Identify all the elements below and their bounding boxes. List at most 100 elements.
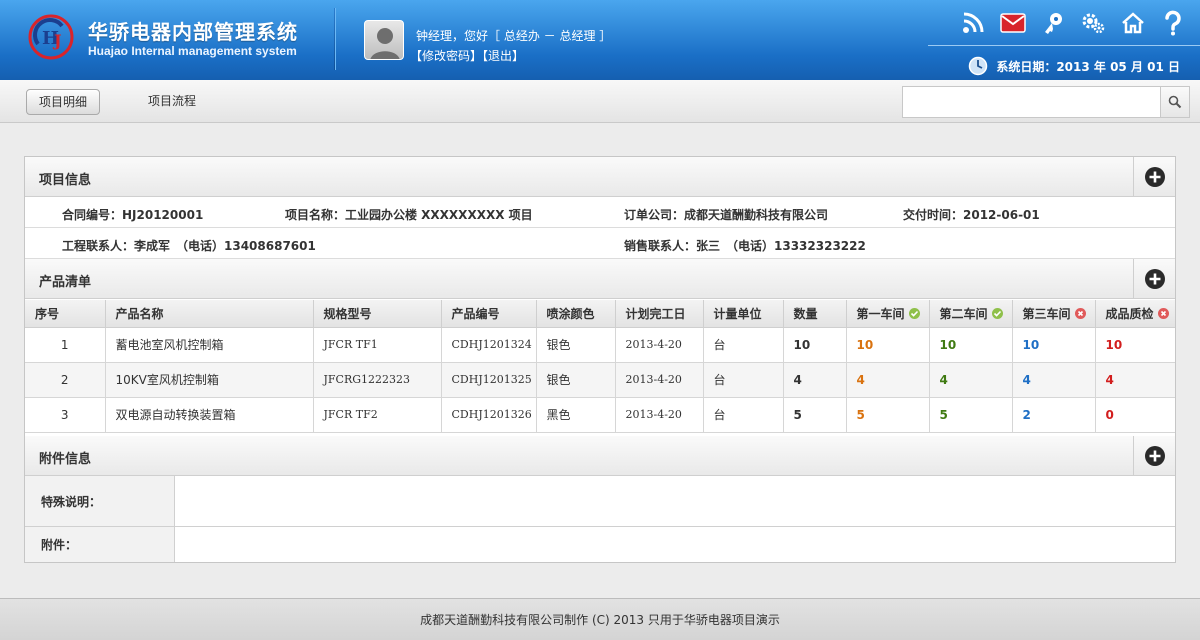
order-company: 订单公司：成都天道酬勤科技有限公司 — [624, 208, 829, 222]
search-icon — [1168, 95, 1182, 109]
search-input[interactable] — [903, 87, 1161, 117]
col-header-qc: 成品质检 — [1094, 300, 1175, 328]
user-greeting: 钟经理，您好［ 总经办 － 总经理 ］ — [416, 29, 612, 43]
footer: 成都天道酬勤科技有限公司制作 (C) 2013 只用于华骄电器项目演示 — [0, 598, 1200, 640]
key-icon[interactable] — [1040, 10, 1066, 36]
attachments-title: 附件信息 — [39, 452, 92, 467]
workshop-3-qty: 2 — [1011, 396, 1096, 433]
delivery-time: 交付时间：2012-06-01 — [903, 208, 1040, 222]
col-header: 产品编号 — [440, 300, 537, 328]
help-icon[interactable] — [1160, 10, 1186, 36]
plus-circle-icon — [1144, 268, 1165, 289]
col-header-label: 第一车间 — [856, 306, 905, 321]
tab-project-detail[interactable]: 项目明细 — [26, 89, 101, 115]
unit: 台 — [702, 361, 784, 398]
row-index: 1 — [25, 326, 106, 363]
error-circle-icon — [1074, 307, 1086, 319]
quantity: 4 — [782, 361, 847, 398]
workshop-1-qty: 4 — [845, 361, 930, 398]
workshop-1-qty: 10 — [845, 326, 930, 363]
app-header: H J 华骄电器内部管理系统 Huajao Internal managemen… — [0, 0, 1200, 80]
workshop-2-qty: 5 — [928, 396, 1013, 433]
logout-link[interactable]: 【退出】 — [482, 49, 524, 63]
project-info-row-1: 合同编号：HJ20120001 项目名称：工业园办公楼 XXXXXXXXX 项目… — [25, 197, 1175, 228]
quantity: 5 — [782, 396, 847, 433]
product-table: 序号 产品名称 规格型号 产品编号 喷涂颜色 计划完工日 计量单位 数量 第一车… — [25, 300, 1175, 433]
col-header: 序号 — [25, 300, 106, 328]
special-note-field[interactable] — [176, 476, 1175, 526]
planned-finish-date: 2013-4-20 — [614, 396, 704, 433]
paint-color: 黑色 — [535, 396, 616, 433]
add-attachment-button[interactable] — [1133, 436, 1175, 475]
table-row[interactable]: 2 10KV室风机控制箱 JFCRG1222323 CDHJ1201325 银色 2013… — [25, 361, 1175, 398]
product-code: CDHJ1201325 — [440, 361, 537, 398]
col-header: 数量 — [782, 300, 847, 328]
attachment-label: 附件： — [25, 527, 175, 562]
paint-color: 银色 — [535, 361, 616, 398]
mail-icon[interactable] — [1000, 10, 1026, 36]
table-row[interactable]: 1 蓄电池室风机控制箱 JFCR TF1 CDHJ1201324 银色 2013-4-20… — [25, 326, 1175, 363]
company-logo: H J — [28, 14, 74, 60]
toolbar: 项目明细 项目流程 — [0, 80, 1200, 123]
col-header: 计量单位 — [702, 300, 784, 328]
planned-finish-date: 2013-4-20 — [614, 326, 704, 363]
search-button[interactable] — [1160, 87, 1189, 117]
col-header-workshop-1: 第一车间 — [845, 300, 930, 328]
qc-qty: 0 — [1094, 396, 1175, 433]
table-row[interactable]: 3 双电源自动转换装置箱 JFCR TF2 CDHJ1201326 黑色 2013-4-2… — [25, 396, 1175, 433]
project-name: 项目名称：工业园办公楼 XXXXXXXXX 项目 — [285, 208, 533, 222]
header-toolbar — [960, 10, 1186, 36]
check-circle-icon — [991, 307, 1003, 319]
svg-text:J: J — [52, 31, 62, 50]
search-box — [902, 86, 1190, 118]
user-avatar — [364, 20, 404, 60]
user-icon — [370, 28, 400, 59]
product-table-header: 序号 产品名称 规格型号 产品编号 喷涂颜色 计划完工日 计量单位 数量 第一车… — [25, 300, 1175, 328]
special-note-label: 特殊说明： — [25, 476, 175, 526]
col-header-label: 第二车间 — [939, 306, 988, 321]
spec-model: JFCRG1222323 — [312, 361, 442, 398]
col-header-workshop-3: 第三车间 — [1011, 300, 1096, 328]
tab-project-flow[interactable]: 项目流程 — [136, 89, 208, 115]
header-divider — [334, 8, 336, 70]
add-product-button[interactable] — [1133, 259, 1175, 298]
col-header: 喷涂颜色 — [535, 300, 616, 328]
product-list-title: 产品清单 — [39, 275, 92, 290]
product-code: CDHJ1201326 — [440, 396, 537, 433]
engineering-contact: 工程联系人：李成军 （电话）13408687601 — [62, 239, 316, 253]
row-index: 3 — [25, 396, 106, 433]
col-header-workshop-2: 第二车间 — [928, 300, 1013, 328]
quantity: 10 — [782, 326, 847, 363]
change-password-link[interactable]: 【修改密码】 — [410, 49, 482, 63]
product-list-header: 产品清单 — [25, 259, 1175, 299]
rss-icon[interactable] — [960, 10, 986, 36]
contract-number: 合同编号：HJ20120001 — [62, 208, 204, 222]
product-name: 蓄电池室风机控制箱 — [104, 326, 314, 363]
error-circle-icon — [1157, 307, 1169, 319]
add-project-info-button[interactable] — [1133, 157, 1175, 196]
workshop-3-qty: 4 — [1011, 361, 1096, 398]
user-links: 【修改密码】【退出】 — [410, 47, 524, 64]
settings-icon[interactable] — [1080, 10, 1106, 36]
product-name: 双电源自动转换装置箱 — [104, 396, 314, 433]
project-info-header: 项目信息 — [25, 157, 1175, 197]
app-subtitle: Huajao Internal management system — [88, 44, 297, 58]
attachment-field[interactable] — [176, 527, 1175, 562]
workshop-1-qty: 5 — [845, 396, 930, 433]
system-date-text: 系统日期：2013 年 05 月 01 日 — [996, 59, 1180, 74]
qc-qty: 10 — [1094, 326, 1175, 363]
home-icon[interactable] — [1120, 10, 1146, 36]
spec-model: JFCR TF2 — [312, 396, 442, 433]
planned-finish-date: 2013-4-20 — [614, 361, 704, 398]
plus-circle-icon — [1144, 445, 1165, 466]
attachments-header: 附件信息 — [25, 436, 1175, 476]
special-note-row: 特殊说明： — [25, 476, 1175, 527]
project-info-row-2: 工程联系人：李成军 （电话）13408687601 销售联系人：张三 （电话）1… — [25, 228, 1175, 259]
attachment-row: 附件： — [25, 527, 1175, 562]
qc-qty: 4 — [1094, 361, 1175, 398]
project-panel: 项目信息 合同编号：HJ20120001 项目名称：工业园办公楼 XXXXXXX… — [24, 156, 1176, 563]
app-title: 华骄电器内部管理系统 — [88, 20, 298, 44]
col-header: 规格型号 — [312, 300, 442, 328]
product-code: CDHJ1201324 — [440, 326, 537, 363]
product-name: 10KV室风机控制箱 — [104, 361, 314, 398]
